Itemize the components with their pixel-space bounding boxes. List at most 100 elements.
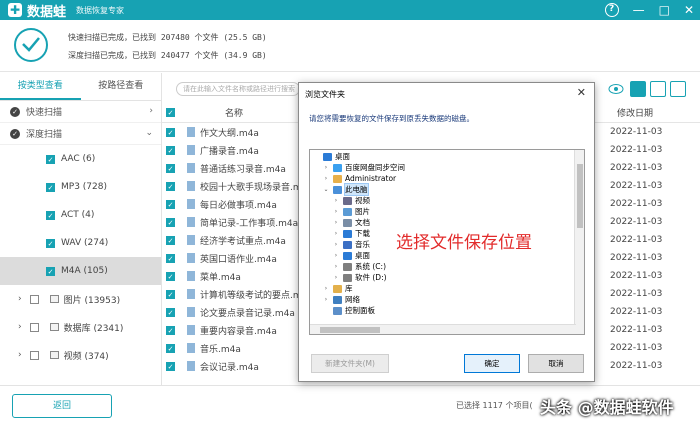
minimize-button[interactable]: — [633,2,645,18]
folder-node[interactable]: ⌄ 此电脑 [312,183,584,196]
checkbox[interactable]: ✓ [46,154,55,164]
back-button[interactable]: 返回 [12,394,112,418]
row-checkbox[interactable]: ✓ [166,217,175,227]
desktop-icon [323,152,332,161]
vertical-scrollbar[interactable] [574,150,584,334]
checkbox[interactable]: ✓ [46,210,55,220]
pc-icon [333,185,342,194]
chevron-right-icon[interactable]: › [149,106,153,116]
folder-label: 文档 [355,218,370,227]
file-date: 2022-11-03 [610,253,663,263]
horizontal-scrollbar[interactable] [310,324,576,334]
chevron-right-icon[interactable]: › [322,296,330,303]
close-button[interactable]: ✕ [684,2,694,18]
folder-node[interactable]: › 视频 [312,195,584,206]
row-checkbox[interactable]: ✓ [166,271,175,281]
audio-file-icon [187,307,195,317]
checkbox[interactable] [29,350,39,360]
drive-icon [343,262,352,271]
folder-node[interactable]: › 库 [312,283,584,294]
chevron-right-icon[interactable]: › [332,241,340,248]
folder-node[interactable]: › 文档 [312,217,584,228]
category-m4a[interactable]: ✓ M4A (105) [0,257,161,285]
row-checkbox[interactable]: ✓ [166,127,175,137]
category-database[interactable]: › 数据库 (2341) [0,313,161,341]
chevron-right-icon[interactable]: › [332,252,340,259]
tab-by-type[interactable]: 按类型查看 [0,73,81,100]
chevron-down-icon[interactable]: ⌄ [145,128,153,138]
watermark: 头条 @数据蛙软件 [540,398,674,417]
file-name: 菜单.m4a [200,272,241,283]
row-checkbox[interactable]: ✓ [166,361,175,371]
chevron-right-icon[interactable]: › [332,263,340,270]
file-name: 作文大纲.m4a [200,128,259,139]
select-all-checkbox[interactable]: ✓ [166,108,175,117]
detail-view-icon[interactable] [670,81,686,97]
category-aac[interactable]: ✓ AAC (6) [0,145,161,173]
row-checkbox[interactable]: ✓ [166,181,175,191]
chevron-right-icon[interactable]: › [322,285,330,292]
folder-node[interactable]: › Administrator [312,173,584,184]
chevron-right-icon[interactable]: › [322,175,330,182]
category-label: 图片 (13953) [63,295,121,306]
file-name: 会议记录.m4a [200,362,259,373]
help-icon[interactable]: ? [604,3,619,17]
new-folder-button[interactable]: 新建文件夹(M) [311,354,389,373]
row-checkbox[interactable]: ✓ [166,253,175,263]
preview-eye-icon[interactable] [608,81,624,97]
checkbox[interactable]: ✓ [46,266,55,276]
folder-node[interactable]: 控制面板 [312,305,584,316]
row-checkbox[interactable]: ✓ [166,325,175,335]
category-act[interactable]: ✓ ACT (4) [0,201,161,229]
grid-view-icon[interactable] [630,81,646,97]
checkbox[interactable] [29,322,39,332]
folder-node[interactable]: 桌面 [312,151,584,162]
row-checkbox[interactable]: ✓ [166,307,175,317]
deep-scan-result: 深度扫描已完成，已找到 240477 个文件 (34.9 GB) [68,51,267,60]
folder-node[interactable]: › 软件 (D:) [312,272,584,283]
category-video[interactable]: › 视频 (374) [0,341,161,369]
column-date[interactable]: 修改日期 [617,106,653,119]
checkbox[interactable]: ✓ [46,182,55,192]
row-checkbox[interactable]: ✓ [166,235,175,245]
dialog-close-button[interactable]: ✕ [577,86,586,99]
chevron-right-icon[interactable]: › [18,350,22,360]
tab-by-path[interactable]: 按路径查看 [81,73,162,100]
row-checkbox[interactable]: ✓ [166,145,175,155]
checkbox[interactable]: ✓ [46,238,55,248]
cancel-button[interactable]: 取消 [528,354,584,373]
chevron-right-icon[interactable]: › [332,219,340,226]
file-date: 2022-11-03 [610,343,663,353]
folder-node[interactable]: › 系统 (C:) [312,261,584,272]
desktop-icon [343,251,352,260]
column-name[interactable]: 名称 [225,106,243,119]
chevron-right-icon[interactable]: › [332,197,340,204]
category-mp3[interactable]: ✓ MP3 (728) [0,173,161,201]
folder-node[interactable]: › 百度网盘同步空间 [312,162,584,173]
checkbox[interactable] [29,294,39,304]
search-input[interactable]: 请在此输入文件名称或路径进行搜索 [176,82,300,96]
chevron-right-icon[interactable]: › [322,164,330,171]
maximize-button[interactable]: □ [659,2,670,18]
list-view-icon[interactable] [650,81,666,97]
folder-node[interactable]: › 图片 [312,206,584,217]
chevron-down-icon[interactable]: ⌄ [322,186,330,193]
folder-label: 视频 [355,196,370,205]
deep-scan-item[interactable]: ✓ 深度扫描 ⌄ [0,123,161,145]
row-checkbox[interactable]: ✓ [166,289,175,299]
category-images[interactable]: › 图片 (13953) [0,285,161,313]
row-checkbox[interactable]: ✓ [166,343,175,353]
chevron-right-icon[interactable]: › [18,294,22,304]
category-wav[interactable]: ✓ WAV (274) [0,229,161,257]
quick-scan-item[interactable]: ✓ 快速扫描 › [0,101,161,123]
ok-button[interactable]: 确定 [464,354,520,373]
row-checkbox[interactable]: ✓ [166,163,175,173]
chevron-right-icon[interactable]: › [18,322,22,332]
folder-label: 桌面 [335,152,350,161]
folder-tree[interactable]: 桌面 › 百度网盘同步空间 › Administrator ⌄ 此电脑 › 视频 › 图片 › 文档 › 下… [309,149,585,335]
row-checkbox[interactable]: ✓ [166,199,175,209]
chevron-right-icon[interactable]: › [332,208,340,215]
folder-node[interactable]: › 网络 [312,294,584,305]
chevron-right-icon[interactable]: › [332,230,340,237]
chevron-right-icon[interactable]: › [332,274,340,281]
